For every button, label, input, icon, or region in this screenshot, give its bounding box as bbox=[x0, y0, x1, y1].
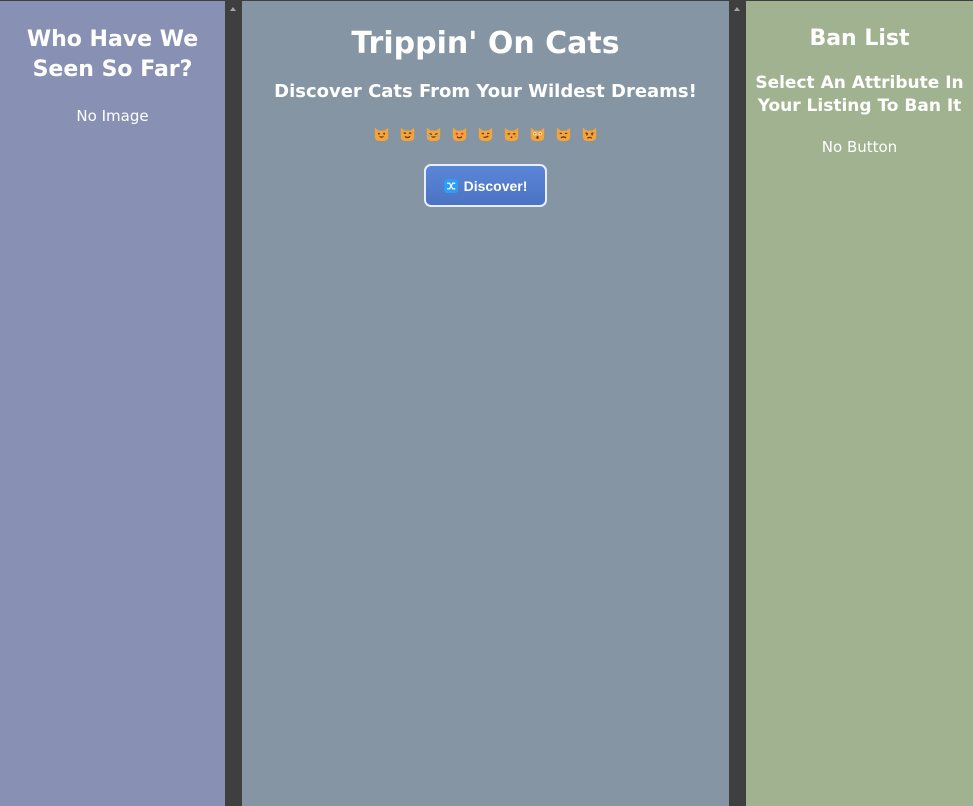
ban-list-panel: Ban List Select An Attribute In Your Lis… bbox=[746, 1, 973, 806]
ban-list-title: Ban List bbox=[809, 26, 910, 51]
history-title: Who Have We Seen So Far? bbox=[26, 27, 199, 82]
kissing-cat-icon bbox=[504, 127, 519, 142]
ban-list-empty-text: No Button bbox=[821, 138, 898, 156]
discover-button-label: Discover! bbox=[463, 177, 528, 194]
weary-cat-icon bbox=[530, 127, 545, 142]
heart-eyes-cat-icon bbox=[452, 127, 467, 142]
ban-list-subtitle: Select An Attribute In Your Listing To B… bbox=[755, 73, 964, 116]
scroll-up-arrow-icon[interactable] bbox=[734, 7, 740, 11]
page-title: Trippin' On Cats bbox=[351, 26, 620, 61]
main-scrollbar[interactable] bbox=[729, 1, 746, 806]
crying-cat-icon bbox=[556, 127, 571, 142]
history-panel: Who Have We Seen So Far? No Image bbox=[0, 1, 225, 806]
history-empty-text: No Image bbox=[76, 107, 149, 125]
left-scrollbar[interactable] bbox=[225, 1, 242, 806]
cat-emoji-row bbox=[242, 124, 729, 144]
grinning-cat-icon bbox=[374, 127, 389, 142]
scroll-up-arrow-icon[interactable] bbox=[230, 7, 236, 11]
page-subtitle: Discover Cats From Your Wildest Dreams! bbox=[274, 81, 697, 102]
smiling-cat-icon bbox=[400, 127, 415, 142]
discover-button[interactable]: Discover! bbox=[424, 164, 547, 207]
shuffle-icon bbox=[443, 178, 458, 193]
discover-panel: Trippin' On Cats Discover Cats From Your… bbox=[242, 1, 729, 806]
app-layout: Who Have We Seen So Far? No Image Trippi… bbox=[0, 0, 973, 806]
pouting-cat-icon bbox=[582, 127, 597, 142]
joy-cat-icon bbox=[426, 127, 441, 142]
smirk-cat-icon bbox=[478, 127, 493, 142]
